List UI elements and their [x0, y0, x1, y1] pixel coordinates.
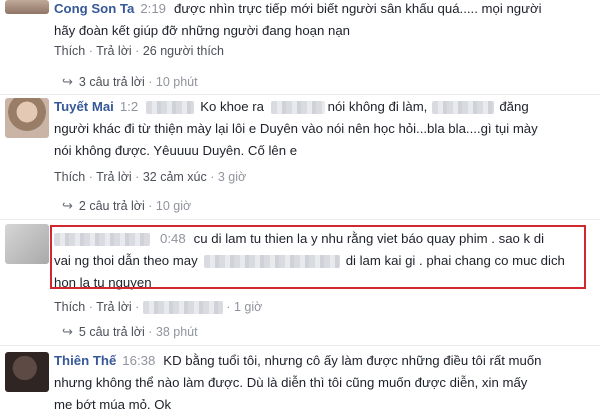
divider [0, 345, 600, 346]
divider [0, 94, 600, 95]
replies-time: 38 phút [155, 325, 198, 339]
like-link[interactable]: Thích [54, 170, 85, 184]
replies-time: 10 giờ [155, 199, 192, 213]
commenter-name[interactable]: Cong Son Ta [54, 1, 134, 16]
comment-text: nói không đi làm, [327, 99, 428, 114]
reply-link[interactable]: Trả lời [96, 170, 132, 184]
commenter-name[interactable]: Tuyết Mai [54, 99, 114, 114]
comment-time: 16:38 [122, 353, 156, 368]
reaction-count[interactable]: 32 cảm xúc [143, 170, 207, 184]
commenter-name[interactable]: Thiên Thế [54, 353, 116, 368]
comment-time: 1:2 [119, 99, 139, 114]
redacted-reaction [142, 301, 223, 315]
redacted-text [432, 101, 495, 115]
highlight-box [50, 225, 586, 289]
comment-text: đăng [499, 99, 529, 114]
replies-link[interactable]: ↪ 2 câu trả lời · 10 giờ [62, 198, 191, 214]
comment-time: 2:19 [140, 1, 167, 16]
avatar[interactable] [5, 224, 49, 264]
comment-text: được nhìn trực tiếp mới biết người sân k… [174, 1, 542, 16]
replies-time: 10 phút [155, 75, 198, 89]
reaction-count[interactable]: 26 người thích [143, 44, 224, 58]
comment-text: nói không được. Yêuuuu Duyên. Cố lên e [54, 143, 298, 158]
comment-age: 3 giờ [217, 170, 247, 184]
comment-text: Ko khoe ra [200, 99, 264, 114]
like-link[interactable]: Thích [54, 44, 85, 58]
reply-arrow-icon: ↪ [62, 74, 73, 89]
comment-text: me bớt múa mỏ. Ok [54, 397, 172, 412]
avatar[interactable] [5, 352, 49, 392]
comment-age: 1 giờ [233, 300, 263, 314]
comment-text: người khác đi từ thiện mày lại lôi e Duy… [54, 121, 538, 136]
comment-text: KD bằng tuổi tôi, nhưng cô ấy làm được n… [163, 353, 542, 368]
like-link[interactable]: Thích [54, 300, 85, 314]
reply-arrow-icon: ↪ [62, 198, 73, 213]
divider [0, 219, 600, 220]
comment-text: hãy đoàn kết giúp đỡ những người đang ho… [54, 23, 350, 38]
avatar[interactable] [5, 0, 49, 14]
replies-link[interactable]: ↪ 3 câu trả lời · 10 phút [62, 74, 198, 90]
avatar[interactable] [5, 98, 49, 138]
reply-link[interactable]: Trả lời [96, 44, 132, 58]
reply-link[interactable]: Trả lời [96, 300, 132, 314]
comment-text: nhưng không thể nào làm được. Dù là diễn… [54, 375, 528, 390]
reply-arrow-icon: ↪ [62, 324, 73, 339]
redacted-text [146, 101, 195, 115]
redacted-text [270, 101, 325, 115]
replies-link[interactable]: ↪ 5 câu trả lời · 38 phút [62, 324, 198, 340]
